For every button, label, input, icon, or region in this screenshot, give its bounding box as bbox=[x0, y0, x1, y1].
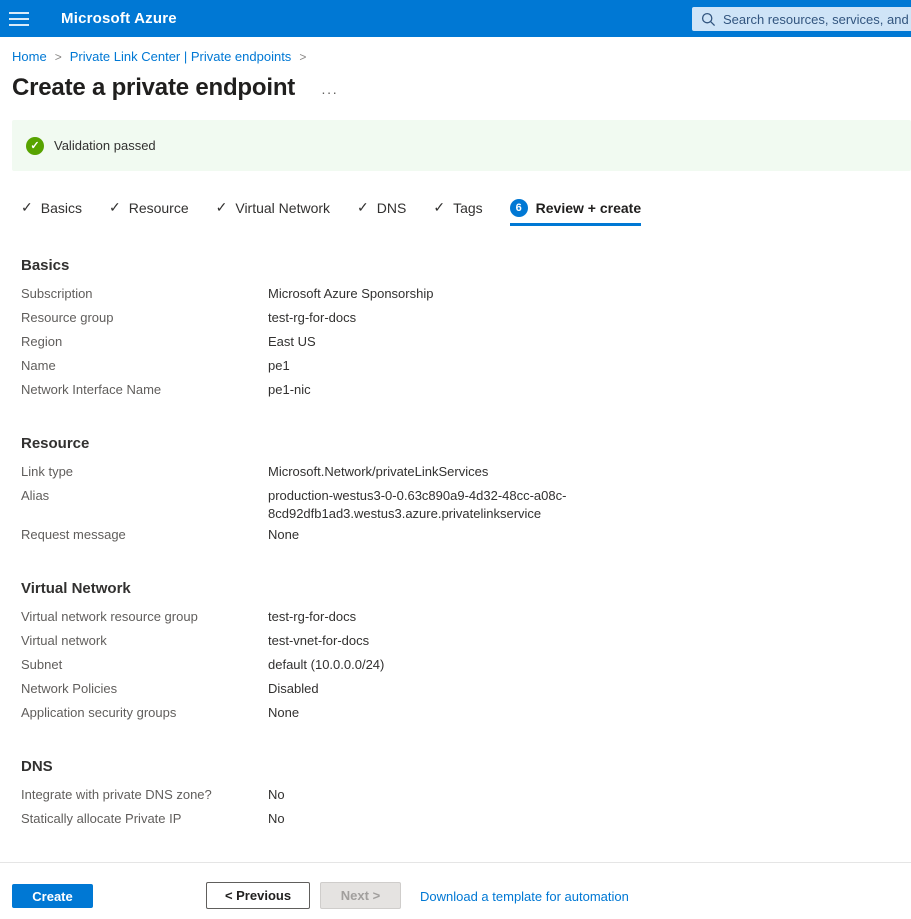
section-title: Virtual Network bbox=[21, 580, 911, 597]
checkmark-icon: ✓ bbox=[109, 199, 121, 216]
row-label: Network Interface Name bbox=[21, 378, 268, 402]
review-row: Link type Microsoft.Network/privateLinkS… bbox=[21, 460, 911, 484]
review-row: Integrate with private DNS zone? No bbox=[21, 783, 911, 807]
review-row: Alias production-westus3-0-0.63c890a9-4d… bbox=[21, 484, 911, 523]
breadcrumb-private-link-center-link[interactable]: Private Link Center | Private endpoints bbox=[70, 49, 292, 64]
download-template-link[interactable]: Download a template for automation bbox=[420, 889, 629, 904]
review-row: Network Policies Disabled bbox=[21, 677, 911, 701]
chevron-right-icon: > bbox=[299, 50, 306, 64]
tab-label: Review + create bbox=[536, 200, 641, 216]
row-label: Virtual network bbox=[21, 629, 268, 653]
success-check-icon: ✓ bbox=[26, 137, 44, 155]
tab-review-create[interactable]: 6 Review + create bbox=[510, 199, 641, 226]
section-resource: Resource Link type Microsoft.Network/pri… bbox=[21, 435, 911, 547]
section-basics: Basics Subscription Microsoft Azure Spon… bbox=[21, 257, 911, 402]
checkmark-icon: ✓ bbox=[216, 199, 228, 216]
row-label: Statically allocate Private IP bbox=[21, 807, 268, 831]
row-value: No bbox=[268, 807, 285, 831]
search-input[interactable] bbox=[723, 12, 911, 27]
row-label: Resource group bbox=[21, 306, 268, 330]
checkmark-icon: ✓ bbox=[357, 199, 369, 216]
validation-banner: ✓ Validation passed bbox=[12, 120, 911, 171]
checkmark-icon: ✓ bbox=[433, 199, 445, 216]
previous-button[interactable]: < Previous bbox=[206, 882, 310, 909]
wizard-tabs: ✓ Basics ✓ Resource ✓ Virtual Network ✓ … bbox=[21, 199, 911, 226]
hamburger-menu-icon bbox=[9, 12, 29, 14]
row-label: Virtual network resource group bbox=[21, 605, 268, 629]
tab-label: Basics bbox=[41, 200, 82, 216]
row-value: pe1-nic bbox=[268, 378, 311, 402]
tab-basics[interactable]: ✓ Basics bbox=[21, 199, 82, 225]
global-search-box[interactable] bbox=[692, 7, 911, 31]
tab-label: Virtual Network bbox=[235, 200, 330, 216]
review-row: Application security groups None bbox=[21, 701, 911, 725]
row-label: Subscription bbox=[21, 282, 268, 306]
section-virtual-network: Virtual Network Virtual network resource… bbox=[21, 580, 911, 725]
tab-label: Tags bbox=[453, 200, 483, 216]
page-title: Create a private endpoint bbox=[12, 74, 295, 102]
tab-resource[interactable]: ✓ Resource bbox=[109, 199, 189, 225]
row-value: No bbox=[268, 783, 285, 807]
review-row: Request message None bbox=[21, 523, 911, 547]
section-title: Resource bbox=[21, 435, 911, 452]
section-dns: DNS Integrate with private DNS zone? No … bbox=[21, 758, 911, 831]
review-row: Virtual network test-vnet-for-docs bbox=[21, 629, 911, 653]
review-row: Virtual network resource group test-rg-f… bbox=[21, 605, 911, 629]
review-row: Network Interface Name pe1-nic bbox=[21, 378, 911, 402]
wizard-footer: Create < Previous Next > Download a temp… bbox=[0, 862, 911, 919]
review-content: Basics Subscription Microsoft Azure Spon… bbox=[21, 257, 911, 831]
review-row: Subnet default (10.0.0.0/24) bbox=[21, 653, 911, 677]
review-row: Region East US bbox=[21, 330, 911, 354]
row-value: test-rg-for-docs bbox=[268, 306, 356, 330]
row-label: Network Policies bbox=[21, 677, 268, 701]
row-value: East US bbox=[268, 330, 316, 354]
row-value: test-rg-for-docs bbox=[268, 605, 356, 629]
chevron-right-icon: > bbox=[55, 50, 62, 64]
row-label: Integrate with private DNS zone? bbox=[21, 783, 268, 807]
row-value: Microsoft Azure Sponsorship bbox=[268, 282, 433, 306]
more-options-button[interactable]: ··· bbox=[321, 76, 338, 100]
row-value: production-westus3-0-0.63c890a9-4d32-48c… bbox=[268, 484, 570, 523]
row-value: pe1 bbox=[268, 354, 290, 378]
checkmark-icon: ✓ bbox=[21, 199, 33, 216]
create-button[interactable]: Create bbox=[12, 884, 93, 908]
row-label: Alias bbox=[21, 484, 268, 523]
validation-message: Validation passed bbox=[54, 138, 156, 153]
row-value: None bbox=[268, 701, 299, 725]
row-value: Microsoft.Network/privateLinkServices bbox=[268, 460, 488, 484]
tab-virtual-network[interactable]: ✓ Virtual Network bbox=[216, 199, 330, 225]
tab-label: Resource bbox=[129, 200, 189, 216]
row-value: None bbox=[268, 523, 299, 547]
title-row: Create a private endpoint ··· bbox=[12, 74, 911, 102]
menu-button[interactable] bbox=[0, 0, 44, 37]
review-row: Statically allocate Private IP No bbox=[21, 807, 911, 831]
row-label: Subnet bbox=[21, 653, 268, 677]
row-label: Region bbox=[21, 330, 268, 354]
row-value: default (10.0.0.0/24) bbox=[268, 653, 384, 677]
review-row: Name pe1 bbox=[21, 354, 911, 378]
next-button[interactable]: Next > bbox=[320, 882, 401, 909]
row-value: test-vnet-for-docs bbox=[268, 629, 369, 653]
tab-label: DNS bbox=[377, 200, 407, 216]
azure-brand-title: Microsoft Azure bbox=[61, 10, 177, 27]
section-title: Basics bbox=[21, 257, 911, 274]
tab-tags[interactable]: ✓ Tags bbox=[433, 199, 482, 225]
review-row: Resource group test-rg-for-docs bbox=[21, 306, 911, 330]
row-label: Application security groups bbox=[21, 701, 268, 725]
row-label: Link type bbox=[21, 460, 268, 484]
search-icon bbox=[701, 12, 716, 27]
breadcrumb-home-link[interactable]: Home bbox=[12, 49, 47, 64]
step-number-badge: 6 bbox=[510, 199, 528, 217]
row-label: Name bbox=[21, 354, 268, 378]
tab-dns[interactable]: ✓ DNS bbox=[357, 199, 406, 225]
top-bar: Microsoft Azure bbox=[0, 0, 911, 37]
section-title: DNS bbox=[21, 758, 911, 775]
row-label: Request message bbox=[21, 523, 268, 547]
breadcrumb: Home > Private Link Center | Private end… bbox=[12, 49, 911, 64]
review-row: Subscription Microsoft Azure Sponsorship bbox=[21, 282, 911, 306]
row-value: Disabled bbox=[268, 677, 319, 701]
